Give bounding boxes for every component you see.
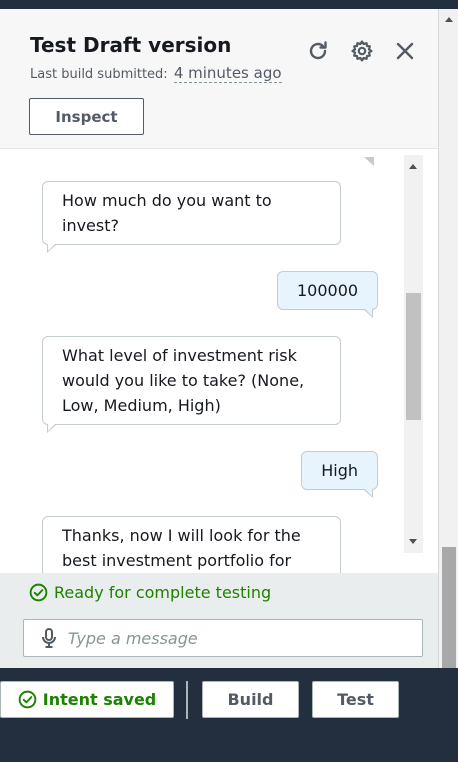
scrollbar-thumb[interactable] <box>442 547 456 668</box>
close-button[interactable] <box>391 37 419 65</box>
footer-bar: Intent saved Build Test <box>0 668 458 762</box>
microphone-icon <box>42 628 56 648</box>
message-input[interactable] <box>68 628 408 648</box>
previous-user-bubble-tail <box>364 157 374 166</box>
refresh-button[interactable] <box>304 37 332 65</box>
chat-message-bot: What level of investment risk would you … <box>42 336 341 433</box>
gear-icon <box>351 40 373 62</box>
bubble-tail <box>47 243 57 253</box>
status-text: Ready for complete testing <box>54 583 272 602</box>
check-circle-icon <box>29 583 48 602</box>
panel-header: Test Draft version Last build submitted:… <box>0 9 438 149</box>
inspect-button[interactable]: Inspect <box>29 98 144 135</box>
refresh-icon <box>309 41 327 60</box>
message-text: 100000 <box>297 281 359 300</box>
scroll-up-arrow[interactable] <box>445 17 453 22</box>
message-text: Thanks, now I will look for the best inv… <box>62 526 301 570</box>
top-strip <box>0 0 458 9</box>
message-text: High <box>321 461 358 480</box>
chat-scrollbar-thumb[interactable] <box>406 293 421 420</box>
chat-scrollbar[interactable] <box>404 155 423 553</box>
panel-title: Test Draft version <box>30 33 232 57</box>
chat-message-bot: Thanks, now I will look for the best inv… <box>42 516 341 573</box>
build-timestamp[interactable]: 4 minutes ago <box>173 64 282 83</box>
message-text: How much do you want to invest? <box>62 191 272 235</box>
footer-divider <box>186 681 188 719</box>
message-text: What level of investment risk would you … <box>62 346 305 415</box>
message-input-box[interactable] <box>23 619 423 657</box>
bubble-tail <box>363 488 373 498</box>
chat-message-bot: How much do you want to invest? <box>42 181 341 253</box>
chat-scroll-down-arrow[interactable] <box>409 539 417 544</box>
close-icon <box>396 42 414 60</box>
subtitle-label: Last build submitted: <box>30 67 168 82</box>
build-button[interactable]: Build <box>202 681 299 718</box>
build-status-subtitle: Last build submitted: 4 minutes ago <box>30 64 282 83</box>
settings-button[interactable] <box>348 37 376 65</box>
test-panel: Test Draft version Last build submitted:… <box>0 9 438 668</box>
bubble-tail <box>363 308 373 318</box>
intent-saved-indicator: Intent saved <box>0 681 174 718</box>
bubble-tail <box>47 423 57 433</box>
chat-message-user: 100000 <box>277 271 378 318</box>
status-bar: Ready for complete testing <box>0 573 438 668</box>
check-circle-icon <box>18 690 37 709</box>
chat-scroll-up-arrow[interactable] <box>409 164 417 169</box>
intent-saved-label: Intent saved <box>42 690 157 709</box>
panel-scrollbar[interactable] <box>438 9 458 668</box>
chat-message-user: High <box>301 451 378 498</box>
microphone-button[interactable] <box>38 627 60 649</box>
chat-transcript[interactable]: How much do you want to invest? 100000 W… <box>0 150 438 573</box>
test-button[interactable]: Test <box>312 681 399 718</box>
testing-status: Ready for complete testing <box>29 583 271 602</box>
